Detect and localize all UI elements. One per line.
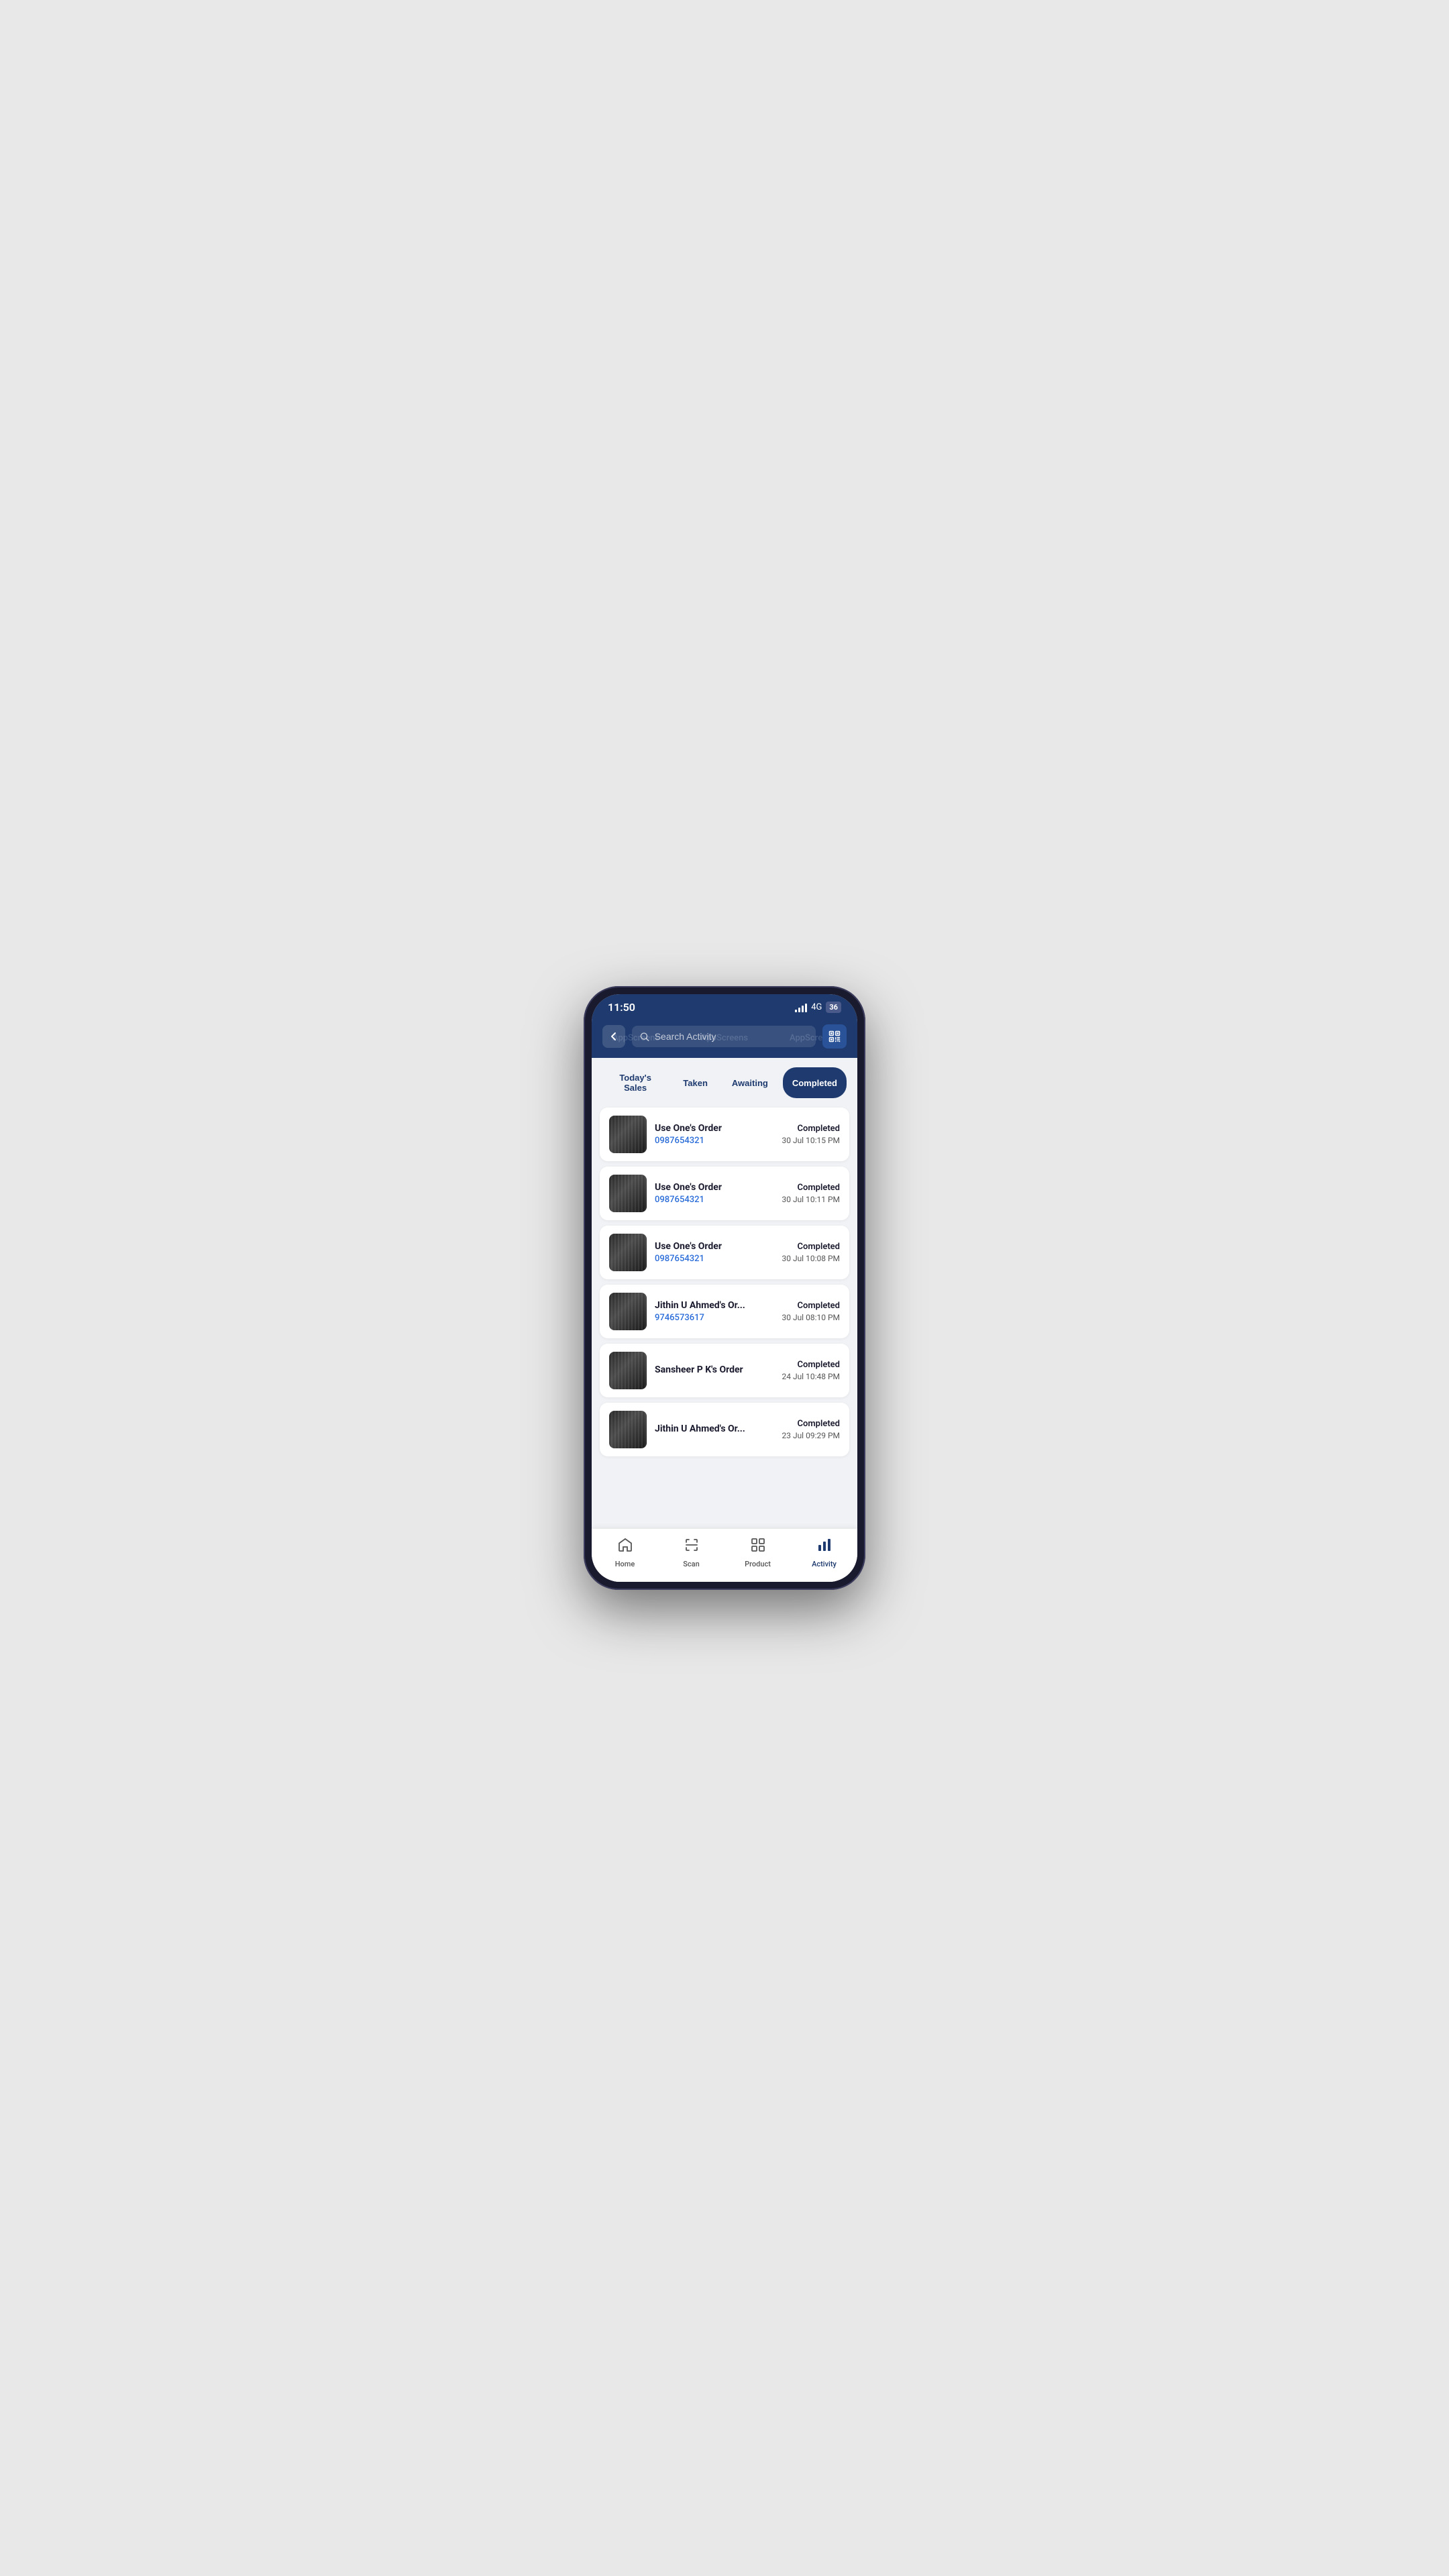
- scan-icon: [684, 1537, 700, 1557]
- phone-screen: 11:50 4G 36 AppScreens AppScreens AppScr…: [592, 994, 857, 1582]
- signal-icon: [795, 1003, 807, 1012]
- order-date: 30 Jul 10:11 PM: [782, 1195, 840, 1204]
- tab-todays-sales[interactable]: Today's Sales: [602, 1067, 668, 1098]
- order-name: Use One's Order: [655, 1123, 773, 1134]
- battery-badge: 36: [826, 1002, 841, 1013]
- order-date: 23 Jul 09:29 PM: [782, 1431, 840, 1440]
- phone-frame: 11:50 4G 36 AppScreens AppScreens AppScr…: [584, 986, 865, 1590]
- order-card[interactable]: Use One's Order 0987654321 Completed 30 …: [600, 1226, 849, 1279]
- search-input[interactable]: [655, 1031, 808, 1042]
- bottom-nav: Home Scan: [592, 1529, 857, 1582]
- order-status: Completed: [782, 1360, 840, 1370]
- order-phone: 9746573617: [655, 1313, 773, 1323]
- tabs-container: Today's Sales Taken Awaiting Completed: [592, 1058, 857, 1105]
- order-phone: 0987654321: [655, 1254, 773, 1264]
- order-card[interactable]: Use One's Order 0987654321 Completed 30 …: [600, 1108, 849, 1161]
- status-bar: 11:50 4G 36: [592, 994, 857, 1018]
- nav-scan[interactable]: Scan: [672, 1537, 712, 1568]
- home-label: Home: [615, 1560, 635, 1568]
- order-thumbnail: [609, 1411, 647, 1448]
- nav-activity[interactable]: Activity: [804, 1537, 845, 1568]
- product-icon: [750, 1537, 766, 1557]
- order-date: 30 Jul 10:08 PM: [782, 1254, 840, 1263]
- search-bar[interactable]: [632, 1026, 816, 1047]
- header: AppScreens AppScreens AppScreens: [592, 1018, 857, 1058]
- order-date: 30 Jul 08:10 PM: [782, 1313, 840, 1322]
- order-meta: Completed 30 Jul 10:08 PM: [782, 1242, 840, 1263]
- back-button[interactable]: [602, 1025, 625, 1048]
- order-meta: Completed 23 Jul 09:29 PM: [782, 1419, 840, 1440]
- order-name: Use One's Order: [655, 1241, 773, 1252]
- qr-scan-button[interactable]: [822, 1024, 847, 1049]
- network-label: 4G: [811, 1002, 822, 1012]
- nav-product[interactable]: Product: [738, 1537, 778, 1568]
- qr-icon: [828, 1030, 841, 1043]
- order-thumbnail: [609, 1352, 647, 1389]
- status-time: 11:50: [608, 1001, 635, 1014]
- order-info: Use One's Order 0987654321: [655, 1182, 773, 1205]
- order-thumbnail: [609, 1293, 647, 1330]
- tab-completed[interactable]: Completed: [783, 1067, 847, 1098]
- order-status: Completed: [782, 1301, 840, 1311]
- order-phone: 0987654321: [655, 1136, 773, 1146]
- order-list: Use One's Order 0987654321 Completed 30 …: [592, 1105, 857, 1529]
- order-date: 30 Jul 10:15 PM: [782, 1136, 840, 1145]
- order-meta: Completed 30 Jul 10:11 PM: [782, 1183, 840, 1204]
- order-name: Jithin U Ahmed's Or...: [655, 1300, 773, 1311]
- status-icons: 4G 36: [795, 1002, 841, 1013]
- order-status: Completed: [782, 1124, 840, 1134]
- order-meta: Completed 24 Jul 10:48 PM: [782, 1360, 840, 1381]
- order-status: Completed: [782, 1183, 840, 1193]
- order-status: Completed: [782, 1242, 840, 1252]
- order-thumbnail: [609, 1234, 647, 1271]
- home-icon: [617, 1537, 633, 1557]
- order-card[interactable]: Jithin U Ahmed's Or... 9746573617 Comple…: [600, 1285, 849, 1338]
- scan-label: Scan: [683, 1560, 699, 1568]
- tab-awaiting[interactable]: Awaiting: [722, 1067, 777, 1098]
- order-date: 24 Jul 10:48 PM: [782, 1372, 840, 1381]
- order-info: Use One's Order 0987654321: [655, 1123, 773, 1146]
- activity-label: Activity: [812, 1560, 837, 1568]
- order-name: Sansheer P K's Order: [655, 1364, 773, 1375]
- order-info: Sansheer P K's Order: [655, 1364, 773, 1377]
- order-meta: Completed 30 Jul 08:10 PM: [782, 1301, 840, 1322]
- order-status: Completed: [782, 1419, 840, 1429]
- product-label: Product: [745, 1560, 771, 1568]
- order-info: Use One's Order 0987654321: [655, 1241, 773, 1264]
- tab-taken[interactable]: Taken: [674, 1067, 717, 1098]
- activity-icon: [816, 1537, 833, 1557]
- order-name: Use One's Order: [655, 1182, 773, 1193]
- nav-home[interactable]: Home: [605, 1537, 645, 1568]
- order-name: Jithin U Ahmed's Or...: [655, 1424, 773, 1434]
- order-info: Jithin U Ahmed's Or... 9746573617: [655, 1300, 773, 1323]
- order-card[interactable]: Jithin U Ahmed's Or... Completed 23 Jul …: [600, 1403, 849, 1456]
- order-card[interactable]: Sansheer P K's Order Completed 24 Jul 10…: [600, 1344, 849, 1397]
- search-icon: [640, 1032, 649, 1042]
- order-card[interactable]: Use One's Order 0987654321 Completed 30 …: [600, 1167, 849, 1220]
- order-phone: 0987654321: [655, 1195, 773, 1205]
- order-meta: Completed 30 Jul 10:15 PM: [782, 1124, 840, 1145]
- order-thumbnail: [609, 1175, 647, 1212]
- order-thumbnail: [609, 1116, 647, 1153]
- order-info: Jithin U Ahmed's Or...: [655, 1424, 773, 1436]
